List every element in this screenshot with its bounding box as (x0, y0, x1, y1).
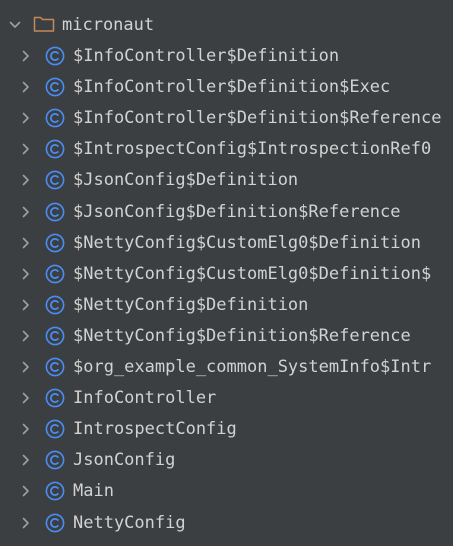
tree-row-class[interactable]: IntrospectConfig (0, 415, 453, 443)
tree-row-class[interactable]: InfoController (0, 384, 453, 412)
class-icon (45, 108, 65, 128)
chevron-right-icon[interactable] (19, 453, 33, 467)
class-icon (45, 326, 65, 346)
class-label: $org_example_common_SystemInfo$Intr (73, 357, 432, 377)
chevron-right-icon[interactable] (19, 391, 33, 405)
chevron-right-icon[interactable] (19, 484, 33, 498)
class-icon (45, 388, 65, 408)
class-icon (45, 139, 65, 159)
tree-row-class[interactable]: $IntrospectConfig$IntrospectionRef0 (0, 135, 453, 163)
class-icon (45, 46, 65, 66)
tree-row-class[interactable]: Main (0, 477, 453, 505)
class-icon (45, 264, 65, 284)
class-label: $NettyConfig$Definition$Reference (73, 325, 411, 346)
tree-row-class[interactable]: $NettyConfig$CustomElg0$Definition$ (0, 260, 453, 288)
class-icon (45, 295, 65, 315)
tree-row-class[interactable]: $NettyConfig$Definition (0, 291, 453, 319)
chevron-right-icon[interactable] (19, 516, 33, 530)
class-label: $NettyConfig$CustomElg0$Definition$ (73, 263, 432, 284)
chevron-down-icon[interactable] (8, 18, 22, 32)
class-label: $JsonConfig$Definition$Reference (73, 201, 401, 222)
chevron-right-icon[interactable] (19, 298, 33, 312)
chevron-right-icon[interactable] (19, 422, 33, 436)
chevron-right-icon[interactable] (19, 173, 33, 187)
class-label: $InfoController$Definition$Reference (73, 108, 442, 129)
tree-row-class[interactable]: $JsonConfig$Definition (0, 166, 453, 194)
class-icon (45, 170, 65, 190)
chevron-right-icon[interactable] (19, 80, 33, 94)
tree-row-class[interactable]: $NettyConfig$CustomElg0$Definition (0, 229, 453, 257)
class-label: IntrospectConfig (73, 419, 237, 440)
class-label: Main (73, 481, 114, 502)
class-icon (45, 233, 65, 253)
class-label: InfoController (73, 388, 217, 409)
class-icon (45, 202, 65, 222)
tree-row-folder-micronaut[interactable]: micronaut (0, 11, 453, 39)
class-label: JsonConfig (73, 450, 176, 471)
chevron-right-icon[interactable] (19, 360, 33, 374)
tree-row-class[interactable]: $InfoController$Definition$Reference (0, 104, 453, 132)
project-tree: micronaut $InfoController$Definition $Inf… (0, 0, 453, 546)
folder-icon (33, 15, 55, 33)
class-icon (45, 357, 65, 377)
class-label: $InfoController$Definition (73, 46, 340, 66)
tree-row-class[interactable]: $InfoController$Definition (0, 42, 453, 70)
tree-row-class[interactable]: $InfoController$Definition$Exec (0, 73, 453, 101)
chevron-right-icon[interactable] (19, 267, 33, 281)
class-label: NettyConfig (73, 512, 186, 533)
tree-row-class[interactable]: NettyConfig (0, 509, 453, 537)
tree-row-clipped (0, 0, 453, 6)
tree-row-class[interactable]: JsonConfig (0, 446, 453, 474)
class-label: $JsonConfig$Definition (73, 170, 299, 191)
class-label: $NettyConfig$CustomElg0$Definition (73, 232, 421, 253)
class-label: $NettyConfig$Definition (73, 294, 309, 315)
chevron-right-icon[interactable] (19, 329, 33, 343)
class-icon (45, 419, 65, 439)
class-icon (45, 513, 65, 533)
class-icon (45, 481, 65, 501)
chevron-right-icon[interactable] (19, 49, 33, 63)
class-label: $IntrospectConfig$IntrospectionRef0 (73, 139, 432, 160)
folder-label: micronaut (62, 15, 155, 35)
class-label: $InfoController$Definition$Exec (73, 77, 391, 98)
chevron-right-icon[interactable] (19, 111, 33, 125)
class-icon (45, 450, 65, 470)
class-icon (45, 77, 65, 97)
tree-row-class[interactable]: $JsonConfig$Definition$Reference (0, 198, 453, 226)
chevron-right-icon[interactable] (19, 142, 33, 156)
chevron-right-icon[interactable] (19, 205, 33, 219)
tree-row-class[interactable]: $org_example_common_SystemInfo$Intr (0, 353, 453, 381)
tree-row-class[interactable]: $NettyConfig$Definition$Reference (0, 322, 453, 350)
chevron-right-icon[interactable] (19, 236, 33, 250)
